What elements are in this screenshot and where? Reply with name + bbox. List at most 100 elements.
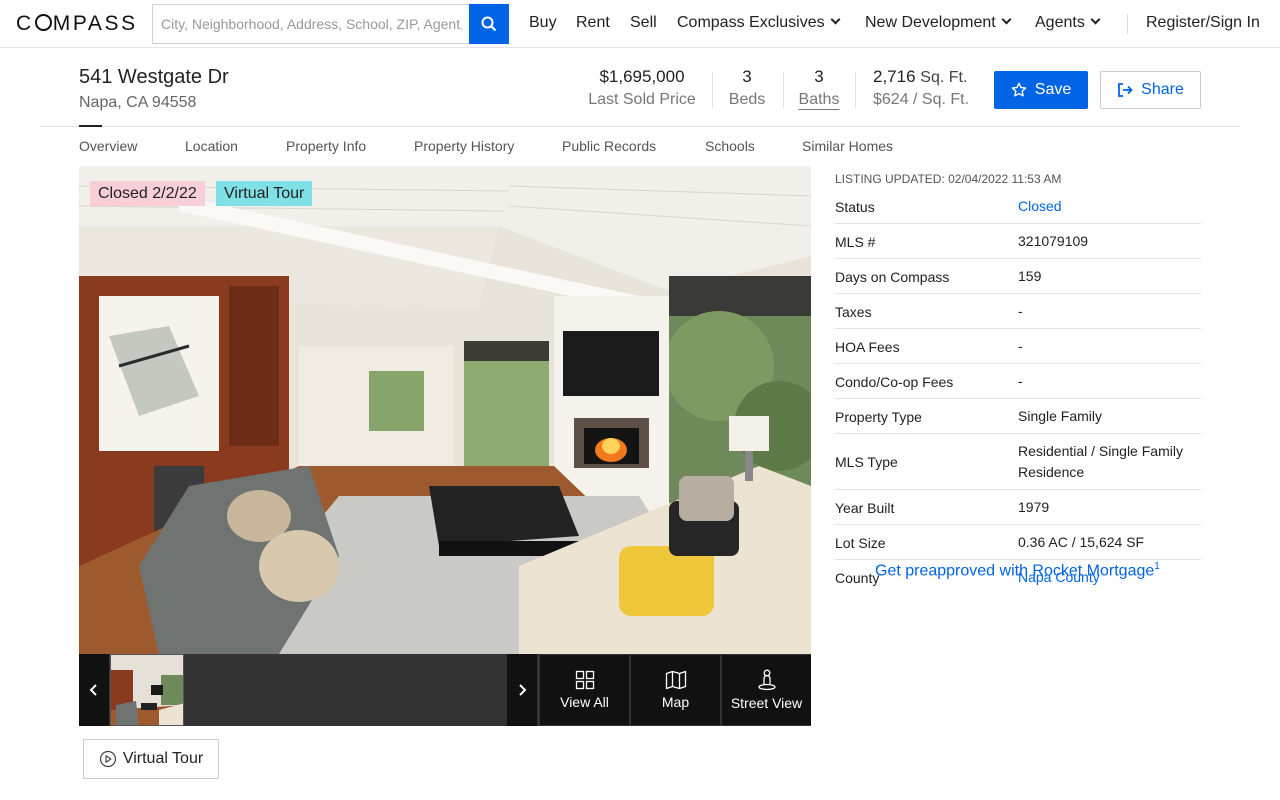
price-stat: $1,695,000 Last Sold Price (582, 67, 702, 109)
search-button[interactable] (469, 4, 509, 44)
detail-key: Year Built (835, 499, 895, 516)
details-table: Status Closed MLS # 321079109 Days on Co… (835, 189, 1201, 594)
nav-compass-exclusives-label: Compass Exclusives (677, 14, 825, 31)
rocket-mortgage-link[interactable]: Get preapproved with Rocket Mortgage1 (875, 561, 1160, 580)
nav-agents[interactable]: Agents (1035, 14, 1101, 32)
nav-agents-label: Agents (1035, 14, 1085, 31)
nav-new-development[interactable]: New Development (865, 14, 1012, 32)
price-per-sqft: $624 / Sq. Ft. (873, 91, 970, 108)
chevron-down-icon (1090, 14, 1101, 25)
table-row: MLS Type Residential / Single Family Res… (835, 434, 1201, 490)
chevron-left-icon (89, 684, 97, 696)
map-button[interactable]: Map (631, 655, 720, 725)
detail-value: 159 (1018, 268, 1042, 284)
listing-address: 541 Westgate Dr (79, 66, 229, 88)
view-all-label: View All (560, 694, 609, 710)
thumbnail-image (111, 655, 183, 725)
main-photo[interactable] (79, 166, 811, 654)
detail-key: Status (835, 198, 875, 215)
baths-stat[interactable]: 3 Baths (795, 67, 843, 109)
grid-icon (575, 670, 594, 690)
tab-property-info[interactable]: Property Info (286, 138, 366, 154)
rocket-mortgage-label: Get preapproved with Rocket Mortgage (875, 562, 1155, 580)
map-icon (665, 670, 686, 690)
map-label: Map (661, 694, 690, 710)
table-row: MLS # 321079109 (835, 224, 1201, 259)
nav-buy[interactable]: Buy (529, 14, 557, 32)
table-row: HOA Fees - (835, 329, 1201, 364)
listing-updated: LISTING UPDATED: 02/04/2022 11:53 AM (835, 172, 1062, 186)
nav-sell[interactable]: Sell (630, 14, 657, 32)
living-room-photo (79, 166, 811, 654)
stat-divider (783, 72, 784, 108)
detail-value: 0.36 AC / 15,624 SF (1018, 534, 1145, 550)
next-photo-button[interactable] (507, 654, 537, 726)
detail-key: HOA Fees (835, 338, 900, 355)
detail-value: 1979 (1018, 499, 1050, 515)
listing-city: Napa, CA 94558 (79, 94, 197, 111)
play-circle-icon (99, 750, 116, 768)
table-row: Taxes - (835, 294, 1201, 329)
header-divider (40, 126, 1240, 127)
tab-public-records[interactable]: Public Records (562, 138, 656, 154)
beds-value: 3 (742, 67, 752, 86)
status-link[interactable]: Closed (1018, 189, 1201, 223)
nav-rent[interactable]: Rent (576, 14, 610, 32)
table-row: Days on Compass 159 (835, 259, 1201, 294)
beds-stat: 3 Beds (722, 67, 772, 109)
search-input[interactable] (152, 4, 470, 44)
table-row: Property Type Single Family (835, 399, 1201, 434)
detail-key: MLS # (835, 233, 876, 250)
detail-value: - (1018, 303, 1023, 319)
prev-photo-button[interactable] (79, 654, 109, 726)
table-row: Status Closed (835, 189, 1201, 224)
search-box (152, 4, 509, 44)
save-button[interactable]: Save (994, 71, 1088, 109)
share-button[interactable]: Share (1100, 71, 1201, 109)
baths-label[interactable]: Baths (795, 91, 843, 109)
chevron-down-icon (830, 14, 841, 25)
tab-overview[interactable]: Overview (79, 138, 137, 154)
sqft-unit: Sq. Ft. (920, 69, 968, 86)
detail-key: Days on Compass (835, 268, 950, 285)
view-all-button[interactable]: View All (540, 655, 629, 725)
sold-price-label: Last Sold Price (588, 91, 696, 108)
sqft-value: 2,716 (873, 67, 916, 86)
virtual-tour-button[interactable]: Virtual Tour (83, 739, 219, 779)
footnote-marker: 1 (1154, 561, 1160, 572)
tab-schools[interactable]: Schools (705, 138, 755, 154)
tab-similar-homes[interactable]: Similar Homes (802, 138, 893, 154)
detail-key: Lot Size (835, 534, 886, 551)
search-icon (481, 16, 497, 32)
save-label: Save (1034, 81, 1072, 98)
detail-key: MLS Type (835, 454, 898, 470)
nav-compass-exclusives[interactable]: Compass Exclusives (677, 14, 841, 32)
table-row: Condo/Co-op Fees - (835, 364, 1201, 399)
detail-value: - (1018, 373, 1023, 389)
detail-value: Residential / Single Family Residence (1018, 443, 1183, 480)
share-label: Share (1141, 81, 1184, 98)
street-view-icon (757, 669, 776, 691)
tab-property-history[interactable]: Property History (414, 138, 514, 154)
detail-key: Condo/Co-op Fees (835, 373, 954, 390)
stat-divider (855, 72, 856, 108)
table-row: Lot Size 0.36 AC / 15,624 SF (835, 525, 1201, 560)
street-view-label: Street View (730, 695, 803, 711)
register-sign-in-link[interactable]: Register/Sign In (1146, 14, 1260, 32)
nav-divider (1127, 14, 1128, 34)
tab-location[interactable]: Location (185, 138, 238, 154)
nav-new-development-label: New Development (865, 14, 996, 31)
sqft-stat: 2,716 Sq. Ft. $624 / Sq. Ft. (866, 67, 976, 109)
photo-thumbnail[interactable] (110, 654, 184, 726)
compass-logo[interactable]: C MPASS (16, 12, 138, 36)
virtual-tour-badge[interactable]: Virtual Tour (216, 181, 313, 206)
detail-value: Single Family (1018, 408, 1103, 424)
detail-value: 321079109 (1018, 233, 1089, 249)
street-view-button[interactable]: Street View (722, 655, 811, 725)
table-row: Year Built 1979 (835, 490, 1201, 525)
stat-divider (712, 72, 713, 108)
star-icon (1011, 82, 1027, 97)
top-nav: CMPASS Buy Rent Sell Compass Exclusives … (0, 0, 1280, 48)
virtual-tour-label: Virtual Tour (122, 750, 204, 767)
beds-label: Beds (728, 91, 766, 108)
